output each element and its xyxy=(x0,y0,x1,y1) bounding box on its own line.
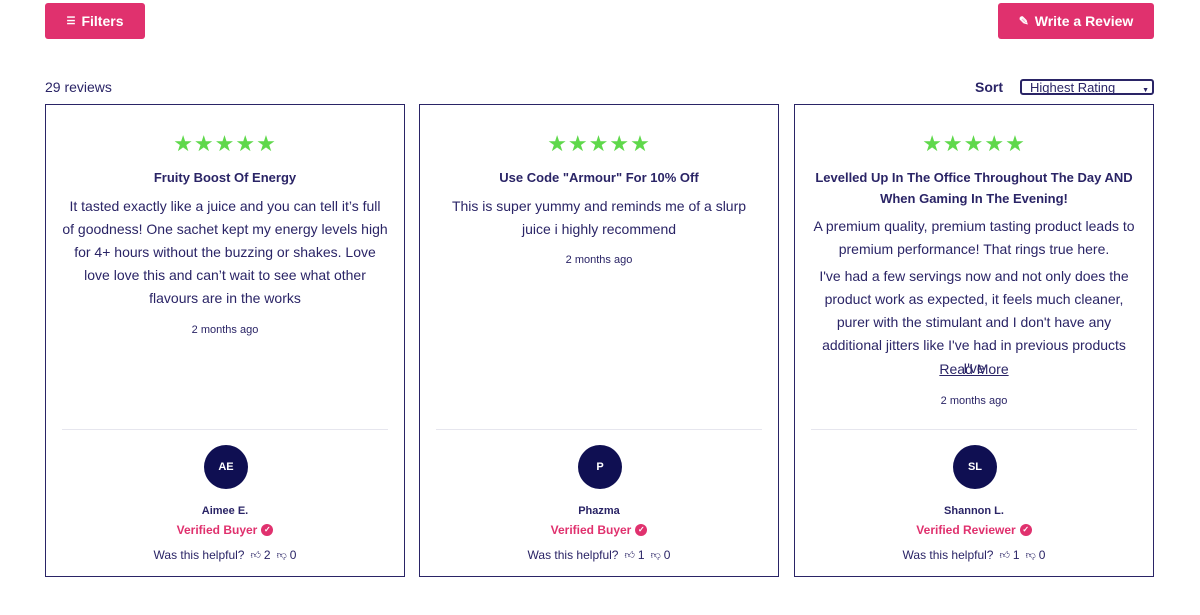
avatar: SL xyxy=(953,445,997,489)
helpful-row: Was this helpful? 👍︎ 1 👎︎ 0 xyxy=(795,548,1153,562)
review-title: Use Code "Armour" For 10% Off xyxy=(499,170,699,185)
helpful-down-count: 0 xyxy=(663,548,671,562)
helpful-down-count: 0 xyxy=(1038,548,1046,562)
review-card: ★★★★★ Levelled Up In The Office Througho… xyxy=(794,104,1154,577)
reviewer-name: Phazma xyxy=(578,505,620,517)
badge-label: Verified Buyer xyxy=(550,523,632,537)
pencil-icon: ✎ xyxy=(1018,14,1029,28)
helpful-up-count: 2 xyxy=(263,548,271,562)
badge-label: Verified Buyer xyxy=(176,523,258,537)
write-review-button[interactable]: ✎ Write a Review xyxy=(998,3,1154,39)
helpful-label: Was this helpful? xyxy=(527,548,619,562)
badge-label: Verified Reviewer xyxy=(916,523,1016,537)
verified-badge: Verified Buyer ✓ xyxy=(46,523,404,537)
sort-selected-value: Highest Rating xyxy=(1030,79,1116,95)
thumbs-down-button[interactable]: 👎︎ 0 xyxy=(277,548,297,562)
verified-badge: Verified Buyer ✓ xyxy=(420,523,778,537)
helpful-up-count: 1 xyxy=(1012,548,1020,562)
review-body: It tasted exactly like a juice and you c… xyxy=(62,195,388,310)
review-body: A premium quality, premium tasting produ… xyxy=(811,215,1137,380)
helpful-up-count: 1 xyxy=(637,548,645,562)
helpful-down-count: 0 xyxy=(289,548,297,562)
check-circle-icon: ✓ xyxy=(261,524,274,536)
review-paragraph: This is super yummy and reminds me of a … xyxy=(451,198,747,237)
thumbs-down-icon: 👎︎ xyxy=(650,550,661,561)
helpful-label: Was this helpful? xyxy=(153,548,245,562)
review-paragraph: A premium quality, premium tasting produ… xyxy=(813,218,1135,257)
thumbs-up-icon: 👍︎ xyxy=(250,550,261,561)
verified-badge: Verified Reviewer ✓ xyxy=(795,523,1153,537)
divider xyxy=(436,429,762,430)
review-date: 2 months ago xyxy=(940,395,1008,407)
chevron-down-icon: ▼ xyxy=(1142,87,1149,94)
thumbs-up-icon: 👍︎ xyxy=(999,550,1010,561)
review-paragraph: It tasted exactly like a juice and you c… xyxy=(62,198,388,306)
thumbs-down-icon: 👎︎ xyxy=(276,550,287,561)
reviewer-name: Shannon L. xyxy=(944,505,1004,517)
write-review-label: Write a Review xyxy=(1034,13,1134,29)
helpful-row: Was this helpful? 👍︎ 1 👎︎ 0 xyxy=(420,548,778,562)
avatar: AE xyxy=(204,445,248,489)
thumbs-down-icon: 👎︎ xyxy=(1025,550,1036,561)
helpful-row: Was this helpful? 👍︎ 2 👎︎ 0 xyxy=(46,548,404,562)
star-rating: ★★★★★ xyxy=(922,131,1026,156)
thumbs-up-icon: 👍︎ xyxy=(624,550,635,561)
divider xyxy=(62,429,388,430)
thumbs-down-button[interactable]: 👎︎ 0 xyxy=(1026,548,1046,562)
check-circle-icon: ✓ xyxy=(1019,524,1032,536)
review-body: This is super yummy and reminds me of a … xyxy=(436,195,762,241)
filters-button[interactable]: ☰ Filters xyxy=(45,3,145,39)
review-card: ★★★★★ Use Code "Armour" For 10% Off This… xyxy=(419,104,779,577)
thumbs-up-button[interactable]: 👍︎ 2 xyxy=(250,548,270,562)
read-more-link[interactable]: Read More xyxy=(795,361,1153,377)
check-circle-icon: ✓ xyxy=(635,524,648,536)
thumbs-up-button[interactable]: 👍︎ 1 xyxy=(999,548,1019,562)
thumbs-up-button[interactable]: 👍︎ 1 xyxy=(624,548,644,562)
review-title: Fruity Boost Of Energy xyxy=(153,170,297,185)
review-date: 2 months ago xyxy=(565,254,633,266)
review-title: Levelled Up In The Office Throughout The… xyxy=(815,170,1133,206)
filters-label: Filters xyxy=(81,13,124,29)
divider xyxy=(811,429,1137,430)
thumbs-down-button[interactable]: 👎︎ 0 xyxy=(651,548,671,562)
review-date: 2 months ago xyxy=(191,324,259,336)
filter-icon: ☰ xyxy=(66,15,76,27)
review-card: ★★★★★ Fruity Boost Of Energy It tasted e… xyxy=(45,104,405,577)
avatar: P xyxy=(578,445,622,489)
star-rating: ★★★★★ xyxy=(173,131,277,156)
reviewer-name: Aimee E. xyxy=(201,505,249,517)
star-rating: ★★★★★ xyxy=(547,131,651,156)
helpful-label: Was this helpful? xyxy=(902,548,994,562)
review-count: 29 reviews xyxy=(45,79,112,95)
sort-label: Sort xyxy=(975,79,1003,95)
sort-select[interactable]: Highest Rating ▼ xyxy=(1020,79,1154,95)
